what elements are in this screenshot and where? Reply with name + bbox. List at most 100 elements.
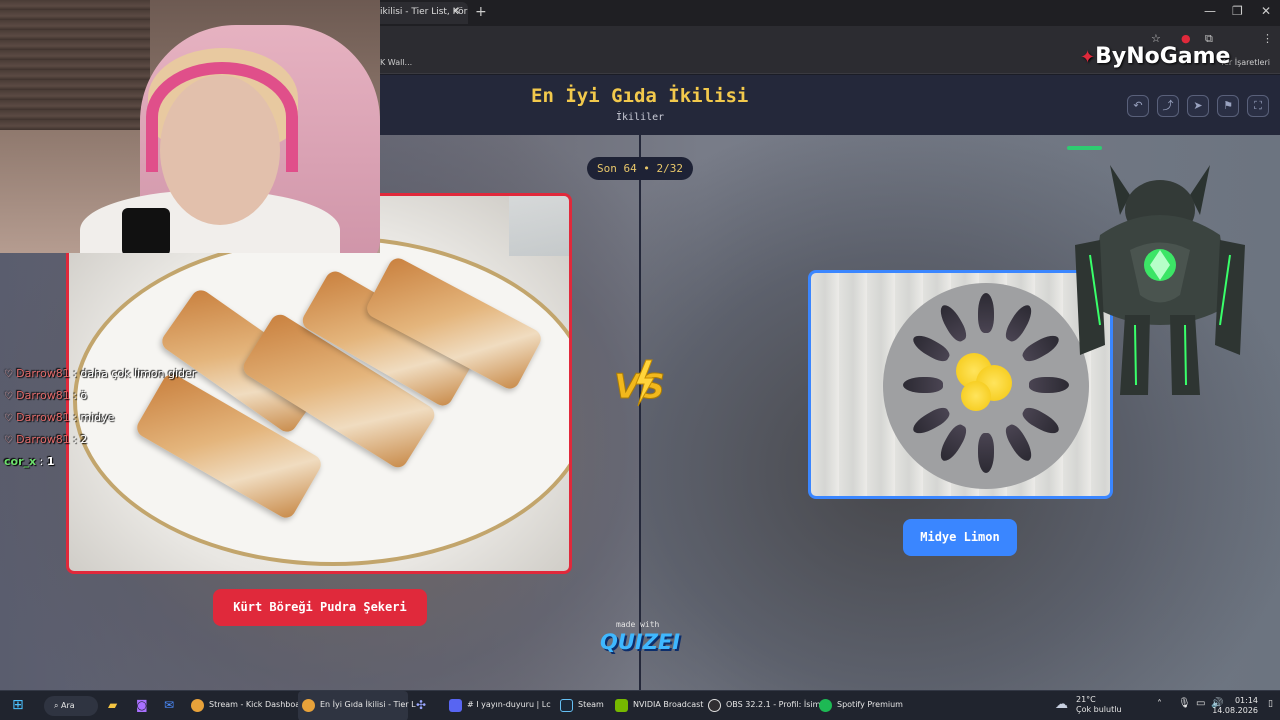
share-icon[interactable]: ⤴ [1157, 95, 1179, 117]
chat-username: Darrow81 [16, 389, 70, 402]
microphone-icon[interactable]: 🎙 [1178, 698, 1191, 709]
center-divider [639, 135, 641, 690]
taskbar-app-obs[interactable]: OBS 32.2.1 - Profil: İsims [704, 691, 825, 720]
discord-icon [449, 699, 462, 712]
microphone-image [122, 208, 170, 253]
window-blind-image [0, 0, 150, 130]
heart-icon: ♡ [4, 435, 17, 446]
chat-separator: : [69, 411, 81, 424]
mussel-piece [978, 433, 994, 473]
choose-right-button[interactable]: Midye Limon [903, 519, 1017, 556]
chat-message: ♡ Darrow81 : midye [4, 411, 244, 433]
chrome-icon [191, 699, 204, 712]
undo-icon[interactable]: ↶ [1127, 95, 1149, 117]
windows-start-icon[interactable]: ⊞ [12, 697, 24, 713]
channel-watermark: ✦ByNoGame [1080, 44, 1230, 69]
taskbar-app-chrome-kick[interactable]: Stream - Kick Dashboar [187, 691, 303, 720]
mussel-piece [903, 377, 943, 393]
window-minimize-icon[interactable]: — [1204, 4, 1216, 18]
bynogame-logo-icon: ✦ [1080, 47, 1096, 68]
mussel-piece [1029, 377, 1069, 393]
weather-temp: 21°C [1076, 695, 1096, 704]
tray-chevron-icon[interactable]: ˄ [1157, 699, 1162, 710]
taskbar-app-discord[interactable]: # I yayın-duyuru | Lc [445, 691, 551, 720]
taskbar-clock[interactable]: 01:14 14.08.2026 [1212, 696, 1258, 716]
weather-desc: Çok bulutlu [1076, 705, 1122, 714]
bookmark-item[interactable]: K Wall... [380, 58, 412, 67]
chat-separator: : [69, 367, 81, 380]
app-gear-icon[interactable]: ✣ [416, 698, 426, 712]
spotify-icon [819, 699, 832, 712]
chat-separator: : [36, 455, 47, 468]
taskbar-app-nvidia[interactable]: NVIDIA Broadcast [611, 691, 703, 720]
chat-text: 1 [46, 455, 55, 468]
menu-kebab-icon[interactable]: ⋮ [1262, 32, 1273, 45]
page-title: En İyi Gıda İkilisi [531, 85, 749, 107]
choose-left-button[interactable]: Kürt Böreği Pudra Şekeri [213, 589, 427, 626]
windows-taskbar: ⊞ ⌕ Ara ▰ ◙ ✉ Stream - Kick Dashboar En … [0, 690, 1280, 720]
chat-overlay: ♡ Darrow81 : daha çok limon gider ♡ Darr… [4, 367, 244, 477]
progress-accent [1067, 146, 1102, 150]
water-glass-image [509, 196, 569, 256]
round-progress-badge: Son 64 • 2/32 [587, 157, 693, 180]
search-icon: ⌕ [54, 701, 62, 710]
heart-icon: ♡ [4, 369, 17, 380]
chat-text: ö [80, 389, 88, 402]
obs-icon [708, 699, 721, 712]
send-icon[interactable]: ➤ [1187, 95, 1209, 117]
chat-message: cor_x : 1 [4, 455, 244, 477]
steam-icon [560, 699, 573, 712]
new-tab-icon[interactable]: + [475, 4, 487, 20]
search-label: Ara [61, 701, 75, 710]
heart-icon: ♡ [4, 413, 17, 424]
option-right-card[interactable] [808, 270, 1113, 499]
mail-icon[interactable]: ✉ [164, 698, 174, 712]
versus-icon: VS [614, 359, 665, 408]
watermark-text: ByNoGame [1095, 44, 1231, 69]
taskbar-app-label: Steam [578, 700, 604, 709]
chat-message: ♡ Darrow81 : daha çok limon gider [4, 367, 244, 389]
network-icon[interactable]: ▭ [1196, 698, 1205, 709]
taskbar-app-steam[interactable]: Steam [556, 691, 604, 720]
taskbar-app-label: Stream - Kick Dashboar [209, 700, 304, 709]
window-close-icon[interactable]: ✕ [1261, 4, 1271, 18]
weather-cloud-icon[interactable]: ☁ [1055, 697, 1068, 712]
taskbar-app-spotify[interactable]: Spotify Premium [815, 691, 903, 720]
chat-text: daha çok limon gider [80, 367, 197, 380]
mussel-piece [978, 293, 994, 333]
flag-icon[interactable]: ⚑ [1217, 95, 1239, 117]
chat-text: 2 [80, 433, 88, 446]
clock-time: 01:14 [1234, 696, 1258, 705]
notification-icon[interactable]: ▯ [1268, 699, 1273, 709]
chat-username: Darrow81 [16, 367, 70, 380]
fullscreen-icon[interactable]: ⛶ [1247, 95, 1269, 117]
chat-separator: : [69, 433, 81, 446]
chat-message: ♡ Darrow81 : 2 [4, 433, 244, 455]
file-explorer-icon[interactable]: ▰ [108, 698, 117, 712]
chat-username: Darrow81 [16, 411, 70, 424]
taskbar-app-label: NVIDIA Broadcast [633, 700, 704, 709]
chat-text: midye [80, 411, 115, 424]
taskbar-app-label: En İyi Gıda İkilisi - Tier L [320, 700, 416, 709]
chrome-icon [302, 699, 315, 712]
quizei-logo[interactable]: QUIZEI [600, 630, 680, 654]
window-maximize-icon[interactable]: ❐ [1232, 4, 1243, 18]
app-icon[interactable]: ◙ [136, 698, 148, 712]
heart-icon: ♡ [4, 391, 17, 402]
clock-date: 14.08.2026 [1212, 706, 1258, 715]
taskbar-app-label: Spotify Premium [837, 700, 903, 709]
taskbar-search[interactable]: ⌕ Ara [44, 696, 98, 716]
taskbar-app-label: OBS 32.2.1 - Profil: İsims [726, 700, 825, 709]
robot-mascot-image [1075, 165, 1245, 395]
taskbar-app-label: # I yayın-duyuru | Lc [467, 700, 551, 709]
tab-close-icon[interactable]: ✕ [452, 6, 460, 17]
taskbar-app-chrome-quiz[interactable]: En İyi Gıda İkilisi - Tier L [298, 691, 416, 720]
chat-message: ♡ Darrow81 : ö [4, 389, 244, 411]
chat-username: Darrow81 [16, 433, 70, 446]
lemon-slice [961, 381, 991, 411]
nvidia-icon [615, 699, 628, 712]
chat-username: cor_x [4, 455, 37, 468]
made-with-label: made with [616, 620, 660, 629]
page-subtitle: İkililer [616, 112, 665, 123]
headset-image [146, 62, 298, 172]
